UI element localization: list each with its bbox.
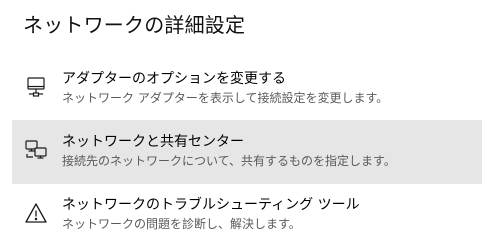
change-adapter-options-description: ネットワーク アダプターを表示して接続設定を変更します。 <box>62 91 389 105</box>
network-sharing-center-description: 接続先のネットワークについて、共有するものを指定します。 <box>62 154 396 168</box>
network-troubleshooter-description: ネットワークの問題を診断し、解決します。 <box>62 217 301 231</box>
network-adapter-icon <box>24 75 48 99</box>
network-troubleshooter-title: ネットワークのトラブルシューティング ツール <box>62 197 360 213</box>
network-sharing-center-link[interactable]: ネットワークと共有センター 接続先のネットワークについて、共有するものを指定しま… <box>12 120 482 184</box>
network-sharing-center-title: ネットワークと共有センター <box>62 134 244 150</box>
page-title: ネットワークの詳細設定 <box>23 13 246 37</box>
warning-icon <box>24 201 48 225</box>
change-adapter-options-title: アダプターのオプションを変更する <box>62 71 286 87</box>
sharing-center-icon <box>24 138 48 162</box>
change-adapter-options-link[interactable]: アダプターのオプションを変更する ネットワーク アダプターを表示して接続設定を変… <box>12 57 482 121</box>
network-troubleshooter-link[interactable]: ネットワークのトラブルシューティング ツール ネットワークの問題を診断し、解決し… <box>12 183 482 247</box>
